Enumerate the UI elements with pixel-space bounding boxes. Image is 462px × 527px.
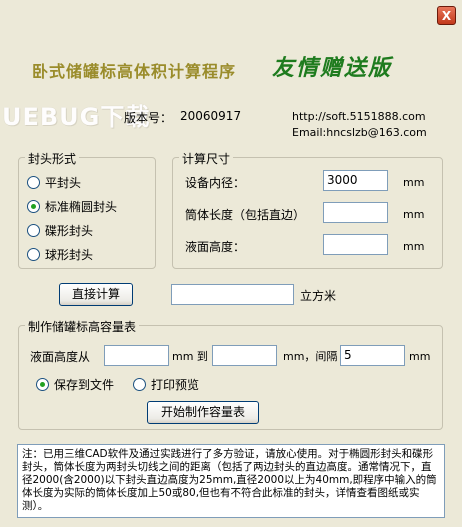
- radio-label-spherical-head[interactable]: 球形封头: [45, 246, 93, 263]
- radio-save-to-file[interactable]: [36, 378, 49, 391]
- program-title: 卧式储罐标高体积计算程序: [32, 62, 237, 81]
- direct-calc-button[interactable]: 直接计算: [59, 283, 133, 306]
- calc-size-title: 计算尺寸: [179, 150, 234, 167]
- step-unit: mm: [409, 350, 431, 363]
- close-button[interactable]: X: [437, 6, 456, 25]
- shell-length-input[interactable]: [323, 202, 388, 223]
- volume-result-field[interactable]: [171, 284, 294, 305]
- usage-note: 注：已用三维CAD软件及通过实践进行了多方验证，请放心使用。对于椭圆形封头和碟形…: [17, 444, 445, 518]
- from-label: 液面高度从: [30, 350, 91, 364]
- radio-label-flat-head[interactable]: 平封头: [45, 174, 81, 191]
- inner-diameter-unit: mm: [403, 176, 425, 189]
- title-bar: [0, 0, 462, 32]
- radio-label-dished-head[interactable]: 碟形封头: [45, 222, 93, 239]
- start-table-button[interactable]: 开始制作容量表: [147, 401, 259, 424]
- email-text: Email:hncslzb@163.com: [292, 126, 427, 139]
- liquid-level-label: 液面高度：: [185, 240, 246, 254]
- volume-unit: 立方米: [300, 289, 337, 303]
- radio-label-print-preview[interactable]: 打印预览: [151, 376, 199, 393]
- radio-label-elliptical-head[interactable]: 标准椭圆封头: [45, 198, 117, 215]
- inner-diameter-label: 设备内径：: [185, 176, 246, 190]
- website-link: http://soft.5151888.com: [292, 110, 426, 123]
- version-value: 20060917: [180, 109, 242, 123]
- radio-elliptical-head[interactable]: [27, 200, 40, 213]
- to-label: mm 到: [172, 350, 208, 363]
- radio-label-save-to-file[interactable]: 保存到文件: [54, 376, 114, 393]
- radio-print-preview[interactable]: [133, 378, 146, 391]
- shell-length-label: 筒体长度（包括直边）: [185, 208, 306, 222]
- table-section-title: 制作储罐标高容量表: [25, 318, 140, 335]
- liquid-level-unit: mm: [403, 240, 425, 253]
- inner-diameter-input[interactable]: 3000: [323, 170, 388, 191]
- to-level-input[interactable]: [212, 345, 277, 366]
- head-type-title: 封头形式: [25, 150, 80, 167]
- radio-spherical-head[interactable]: [27, 248, 40, 261]
- shell-length-unit: mm: [403, 208, 425, 221]
- radio-dished-head[interactable]: [27, 224, 40, 237]
- step-label: mm，间隔: [283, 350, 338, 363]
- step-input[interactable]: 5: [340, 345, 405, 366]
- version-label: 版本号：: [124, 111, 173, 125]
- radio-flat-head[interactable]: [27, 176, 40, 189]
- program-subtitle: 友情赠送版: [272, 55, 393, 81]
- liquid-level-input[interactable]: [323, 234, 388, 255]
- from-level-input[interactable]: [104, 345, 169, 366]
